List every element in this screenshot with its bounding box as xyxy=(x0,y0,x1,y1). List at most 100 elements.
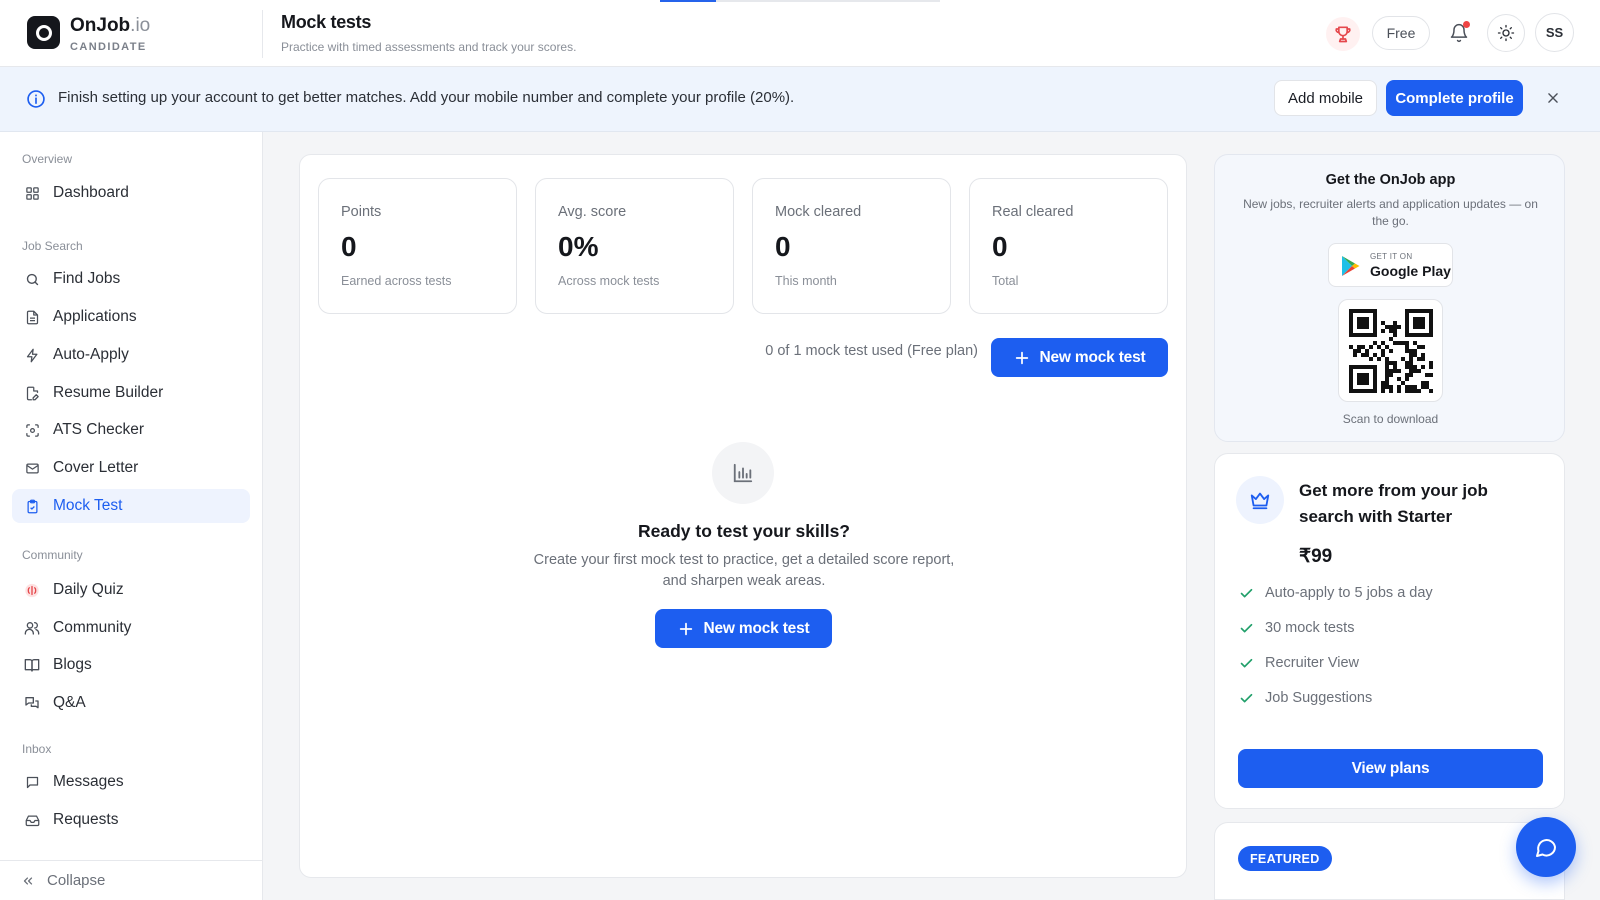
trophy-icon[interactable] xyxy=(1326,17,1360,51)
file-icon xyxy=(24,309,40,325)
page-title: Mock tests xyxy=(281,12,372,32)
plan-feature: Job Suggestions xyxy=(1239,690,1372,706)
store-name: Google Play xyxy=(1370,263,1451,279)
qr-code xyxy=(1338,299,1443,402)
empty-state-description: Create your first mock test to practice,… xyxy=(533,552,955,589)
sidebar-item-label: Requests xyxy=(53,811,119,828)
app-download-card: Get the OnJob app New jobs, recruiter al… xyxy=(1214,154,1565,442)
complete-profile-button[interactable]: Complete profile xyxy=(1386,80,1523,116)
crown-icon xyxy=(1236,476,1284,524)
grid-icon xyxy=(24,185,40,201)
chevrons-left-icon xyxy=(23,876,33,885)
create-mock-test-button[interactable]: New mock test xyxy=(655,609,832,648)
chat-icon xyxy=(1536,839,1556,857)
sidebar-item-blogs[interactable]: Blogs xyxy=(12,648,250,682)
plan-feature: Recruiter View xyxy=(1239,655,1359,671)
stat-label: Points xyxy=(341,204,382,220)
brand-name: OnJob.io xyxy=(70,15,151,36)
header-divider xyxy=(262,10,263,58)
chat-bubbles-icon xyxy=(24,695,40,711)
banner-message: Finish setting up your account to get be… xyxy=(58,89,795,106)
sidebar-item-label: Auto-Apply xyxy=(53,346,129,363)
plan-badge[interactable]: Free xyxy=(1372,16,1430,50)
sidebar-item-label: Find Jobs xyxy=(53,270,121,287)
stat-value: 0 xyxy=(341,231,357,262)
stat-card-mock-cleared: Mock cleared 0 This month xyxy=(752,178,951,314)
brand-role: CANDIDATE xyxy=(70,41,147,53)
app-card-description: New jobs, recruiter alerts and applicati… xyxy=(1243,197,1538,228)
sidebar-item-label: Dashboard xyxy=(53,184,129,201)
button-label: New mock test xyxy=(1039,348,1146,366)
stat-value: 0% xyxy=(558,231,599,262)
collapse-label: Collapse xyxy=(47,872,106,889)
google-play-button[interactable]: GET IT ON Google Play xyxy=(1328,243,1453,287)
sidebar-section-inbox: Inbox xyxy=(22,742,52,756)
sidebar-item-daily-quiz[interactable]: Daily Quiz xyxy=(12,573,250,607)
view-plans-button[interactable]: View plans xyxy=(1238,749,1543,788)
sidebar-item-label: Daily Quiz xyxy=(53,581,124,598)
close-icon[interactable] xyxy=(1542,87,1564,109)
stat-card-points: Points 0 Earned across tests xyxy=(318,178,517,314)
message-icon xyxy=(24,774,40,790)
plan-price: ₹99 xyxy=(1299,546,1333,567)
new-mock-test-button[interactable]: New mock test xyxy=(991,338,1168,377)
check-icon xyxy=(1240,693,1253,702)
info-icon xyxy=(26,89,46,109)
sidebar-item-mock-test[interactable]: Mock Test xyxy=(12,489,250,523)
plus-icon xyxy=(679,622,692,635)
empty-state-title: Ready to test your skills? xyxy=(637,521,850,541)
stat-label: Real cleared xyxy=(992,204,1074,220)
chat-button[interactable] xyxy=(1516,817,1576,877)
sidebar-item-label: ATS Checker xyxy=(53,421,145,438)
top-header: OnJob.io CANDIDATE Mock tests Practice w… xyxy=(0,0,1600,67)
zap-icon xyxy=(24,347,40,363)
plan-feature: 30 mock tests xyxy=(1239,620,1354,636)
stat-caption: This month xyxy=(775,274,837,288)
upgrade-headline: Get more from your job search with Start… xyxy=(1299,481,1488,526)
sidebar-item-dashboard[interactable]: Dashboard xyxy=(12,176,250,210)
featured-card: FEATURED xyxy=(1214,822,1565,900)
bell-icon[interactable] xyxy=(1442,16,1476,50)
sidebar-item-find-jobs[interactable]: Find Jobs xyxy=(12,262,250,296)
plan-feature: Auto-apply to 5 jobs a day xyxy=(1239,585,1433,601)
sidebar-item-requests[interactable]: Requests xyxy=(12,803,250,837)
inbox-icon xyxy=(24,812,40,828)
clipboard-icon xyxy=(24,498,40,514)
mock-test-usage: 0 of 1 mock test used (Free plan) xyxy=(765,343,978,359)
avatar[interactable]: SS xyxy=(1535,13,1574,52)
add-mobile-button[interactable]: Add mobile xyxy=(1274,80,1377,116)
sidebar-item-applications[interactable]: Applications xyxy=(12,300,250,334)
plus-icon xyxy=(1015,351,1028,364)
sidebar: Overview Dashboard Job Search Find Jobs … xyxy=(0,132,263,900)
sidebar-item-qa[interactable]: Q&A xyxy=(12,686,250,720)
stat-label: Mock cleared xyxy=(775,204,862,220)
sidebar-item-label: Blogs xyxy=(53,656,92,673)
theme-toggle-button[interactable] xyxy=(1487,14,1525,52)
scan-to-download-label: Scan to download xyxy=(1342,412,1439,426)
stat-value: 0 xyxy=(775,231,791,262)
sidebar-item-label: Community xyxy=(53,619,132,636)
sidebar-item-label: Messages xyxy=(53,773,124,790)
file-edit-icon xyxy=(24,385,40,401)
logo-icon[interactable] xyxy=(27,16,60,49)
onboarding-progress-fill xyxy=(660,0,716,2)
featured-badge: FEATURED xyxy=(1238,846,1332,871)
store-small-label: GET IT ON xyxy=(1370,252,1413,261)
collapse-sidebar-button[interactable]: Collapse xyxy=(0,860,262,900)
check-icon xyxy=(1240,623,1253,632)
sidebar-section-job-search: Job Search xyxy=(22,239,83,253)
sidebar-item-resume-builder[interactable]: Resume Builder xyxy=(12,376,250,410)
sidebar-section-community: Community xyxy=(22,548,83,562)
scan-icon xyxy=(24,422,40,438)
sidebar-item-cover-letter[interactable]: Cover Letter xyxy=(12,451,250,485)
sidebar-item-community[interactable]: Community xyxy=(12,611,250,645)
stat-caption: Total xyxy=(992,274,1019,288)
sidebar-item-ats-checker[interactable]: ATS Checker xyxy=(12,413,250,447)
notification-dot xyxy=(1463,21,1470,28)
sidebar-item-messages[interactable]: Messages xyxy=(12,765,250,799)
sidebar-item-label: Cover Letter xyxy=(53,459,139,476)
book-icon xyxy=(24,657,40,673)
profile-setup-banner: Finish setting up your account to get be… xyxy=(0,67,1600,132)
sidebar-item-auto-apply[interactable]: Auto-Apply xyxy=(12,338,250,372)
stat-card-avg-score: Avg. score 0% Across mock tests xyxy=(535,178,734,314)
